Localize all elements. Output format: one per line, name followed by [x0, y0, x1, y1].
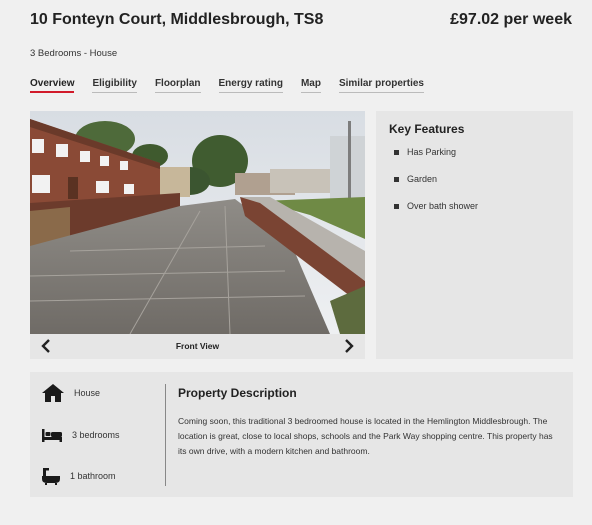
gallery-caption-bar: Front View: [30, 334, 365, 359]
stat-bathrooms-label: 1 bathroom: [70, 471, 116, 481]
tab-eligibility[interactable]: Eligibility: [92, 78, 137, 93]
property-stats: House 3 bedrooms 1 bathroom: [30, 372, 166, 497]
description-text: Coming soon, this traditional 3 bedroome…: [178, 416, 553, 456]
bath-icon: [42, 468, 60, 485]
stats-divider: [165, 384, 166, 486]
chevron-right-icon[interactable]: [341, 338, 357, 354]
stat-type: House: [41, 383, 100, 403]
stat-bedrooms: 3 bedrooms: [41, 427, 120, 443]
feature-item: Has Parking: [394, 147, 456, 157]
property-info-panel: House 3 bedrooms 1 bathroom Property Des…: [30, 372, 573, 497]
gallery-caption: Front View: [175, 341, 220, 351]
tab-energy-rating[interactable]: Energy rating: [218, 78, 283, 93]
stat-type-label: House: [74, 388, 101, 398]
property-photo-image: [30, 111, 365, 334]
description-title: Property Description: [178, 386, 297, 400]
feature-label: Has Parking: [407, 147, 457, 157]
bullet-icon: [394, 176, 399, 182]
tab-map[interactable]: Map: [300, 78, 321, 93]
feature-label: Garden: [407, 174, 438, 184]
feature-item: Garden: [394, 174, 437, 184]
bullet-icon: [394, 203, 399, 209]
photo-gallery: Front View: [30, 111, 365, 359]
property-summary: 3 Bedrooms - House: [30, 48, 118, 59]
tab-overview[interactable]: Overview: [30, 78, 75, 93]
key-features-panel: Key Features Has Parking Garden Over bat…: [376, 111, 573, 359]
key-features-title: Key Features: [389, 122, 465, 136]
feature-item: Over bath shower: [394, 201, 478, 211]
tab-floorplan[interactable]: Floorplan: [154, 78, 201, 93]
stat-bedrooms-label: 3 bedrooms: [72, 430, 120, 440]
feature-label: Over bath shower: [407, 201, 479, 211]
property-page: 10 Fonteyn Court, Middlesbrough, TS8 £97…: [0, 0, 592, 525]
tab-similar-properties[interactable]: Similar properties: [338, 78, 424, 93]
property-tabs: Overview Eligibility Floorplan Energy ra…: [30, 78, 424, 93]
bed-icon: [42, 429, 62, 442]
stat-bathrooms: 1 bathroom: [41, 466, 116, 486]
bullet-icon: [394, 149, 399, 155]
property-address: 10 Fonteyn Court, Middlesbrough, TS8: [30, 11, 324, 28]
property-price: £97.02 per week: [450, 11, 572, 28]
property-photo: [30, 111, 365, 334]
house-icon: [42, 384, 64, 402]
